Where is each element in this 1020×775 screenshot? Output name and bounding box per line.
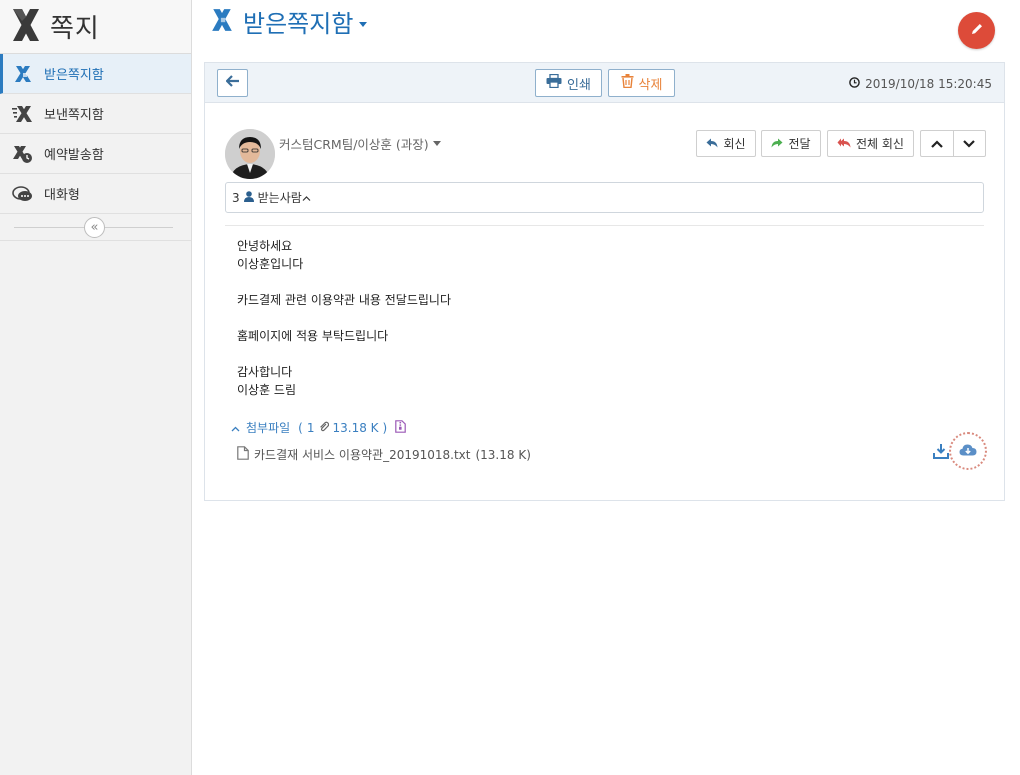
- forward-button[interactable]: 전달: [761, 130, 821, 157]
- attachments-toggle[interactable]: 첨부파일 ( 1 13.18 K ): [231, 419, 407, 436]
- sidebar-item-chat[interactable]: 대화형: [0, 174, 191, 214]
- reply-all-label: 전체 회신: [856, 137, 904, 151]
- print-label: 인쇄: [567, 77, 591, 93]
- delete-button[interactable]: 삭제: [608, 69, 675, 97]
- attachments-meta: ( 1 13.18 K ): [298, 420, 388, 435]
- sidebar-item-label: 대화형: [44, 188, 80, 203]
- chevron-up-icon: [930, 137, 943, 151]
- app-brand: 쪽지: [0, 0, 191, 54]
- file-icon: [237, 446, 249, 463]
- reply-icon: [706, 137, 718, 151]
- zip-file-icon[interactable]: [395, 419, 407, 436]
- inbox-icon: [12, 63, 34, 85]
- sidebar-collapse-button[interactable]: «: [84, 217, 105, 238]
- sender-name[interactable]: 커스텀CRM팀/이상훈 (과장): [279, 134, 441, 153]
- chevron-down-icon: [432, 140, 441, 146]
- sender-label: 커스텀CRM팀/이상훈 (과장): [279, 136, 429, 152]
- previous-message-button[interactable]: [921, 131, 953, 156]
- recipients-label: 받는사람: [257, 191, 302, 205]
- message-datetime: 2019/10/18 15:20:45: [849, 77, 992, 91]
- pencil-icon: [970, 22, 984, 39]
- reply-all-button[interactable]: 전체 회신: [827, 130, 914, 157]
- main-content: 받은쪽지함 인쇄 삭제 2019/10/18 15:20:45 커스텀CRM팀/…: [193, 0, 1020, 775]
- message-header: 커스텀CRM팀/이상훈 (과장): [225, 129, 441, 179]
- page-title: 받은쪽지함: [243, 10, 354, 38]
- datetime-text: 2019/10/18 15:20:45: [865, 77, 992, 91]
- chat-icon: [12, 183, 34, 205]
- divider: [225, 225, 984, 226]
- printer-icon: [546, 73, 562, 92]
- reply-all-icon: [837, 137, 851, 151]
- sidebar-collapse-row: «: [0, 214, 191, 241]
- message-body: 안녕하세요 이상훈입니다 카드결제 관련 이용약관 내용 전달드립니다 홈페이지…: [237, 239, 451, 397]
- attachment-count: 1: [306, 420, 315, 435]
- person-icon: [243, 190, 254, 205]
- reply-label: 회신: [723, 137, 746, 151]
- recipients-toggle[interactable]: 3 받는사람: [225, 182, 984, 213]
- message-panel: 인쇄 삭제 2019/10/18 15:20:45 커스텀CRM팀/이상훈 (과…: [204, 62, 1005, 501]
- avatar[interactable]: [225, 129, 275, 179]
- download-icon: [933, 444, 949, 462]
- forward-label: 전달: [788, 137, 811, 151]
- app-logo-icon: [10, 7, 42, 46]
- double-chevron-left-icon: «: [90, 220, 99, 235]
- cloud-download-icon: [959, 443, 977, 460]
- page-header[interactable]: 받은쪽지함: [211, 4, 368, 39]
- attachment-total-size: 13.18 K: [332, 420, 379, 435]
- sidebar-item-label: 예약발송함: [44, 148, 104, 163]
- scheduled-icon: [12, 143, 34, 165]
- forward-icon: [771, 137, 783, 151]
- cloud-download-button[interactable]: [949, 432, 987, 470]
- sidebar-item-inbox[interactable]: 받은쪽지함: [0, 54, 191, 94]
- trash-icon: [621, 74, 634, 92]
- sidebar-item-sent[interactable]: 보낸쪽지함: [0, 94, 191, 134]
- inbox-icon: [211, 8, 233, 35]
- chevron-down-icon: [359, 22, 368, 27]
- download-button[interactable]: [933, 444, 949, 462]
- delete-label: 삭제: [638, 77, 663, 93]
- sidebar-item-label: 받은쪽지함: [44, 68, 104, 83]
- attachment-file-row[interactable]: 카드결재 서비스 이용약관_20191018.txt (13.18 K): [237, 446, 531, 463]
- clock-icon: [849, 77, 860, 91]
- paperclip-icon: [319, 421, 329, 435]
- sent-icon: [12, 103, 34, 125]
- attachment-file-size: (13.18 K): [475, 447, 531, 462]
- arrow-left-icon: [224, 75, 240, 91]
- next-message-button[interactable]: [952, 131, 986, 156]
- app-title: 쪽지: [50, 14, 100, 44]
- recipient-count: 3: [232, 190, 240, 205]
- compose-button[interactable]: [958, 12, 995, 49]
- chevron-down-icon: [963, 137, 976, 151]
- reply-button[interactable]: 회신: [696, 130, 756, 157]
- message-toolbar: 인쇄 삭제 2019/10/18 15:20:45: [205, 63, 1004, 103]
- sidebar-item-label: 보낸쪽지함: [44, 108, 104, 123]
- sidebar-item-scheduled[interactable]: 예약발송함: [0, 134, 191, 174]
- message-nav: [920, 130, 986, 157]
- sidebar: 쪽지 받은쪽지함 보낸쪽지함 예약발송함 대화형 «: [0, 0, 192, 775]
- back-button[interactable]: [217, 69, 248, 97]
- chevron-up-icon: [231, 421, 240, 435]
- chevron-up-icon: [302, 191, 311, 205]
- attachment-file-name: 카드결재 서비스 이용약관_20191018.txt: [254, 448, 471, 462]
- print-button[interactable]: 인쇄: [535, 69, 602, 97]
- attachments-label: 첨부파일: [246, 421, 291, 435]
